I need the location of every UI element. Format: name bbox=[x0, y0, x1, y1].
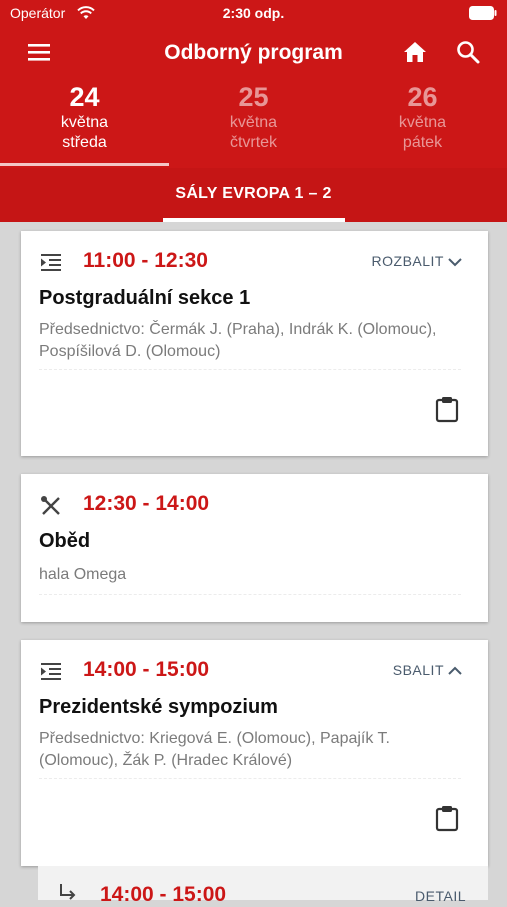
sub-item-arrow-icon bbox=[60, 884, 76, 900]
hall-tab-label: SÁLY EVROPA 1 – 2 bbox=[175, 185, 332, 202]
day-weekday: čtvrtek bbox=[229, 134, 278, 151]
day-weekday: středa bbox=[62, 134, 107, 151]
session-chairs: Předsednictvo: Kriegová E. (Olomouc), Pa… bbox=[39, 730, 390, 769]
chevron-up-icon bbox=[448, 666, 462, 676]
search-icon[interactable] bbox=[454, 38, 482, 66]
day-month: května bbox=[398, 114, 447, 131]
day-tab-24[interactable]: 24 května středa bbox=[0, 80, 169, 168]
clipboard-icon[interactable] bbox=[434, 395, 460, 423]
session-location: hala Omega bbox=[39, 566, 127, 583]
session-card[interactable]: 11:00 - 12:30 ROZBALIT Postgraduální sek… bbox=[21, 231, 488, 456]
day-weekday: pátek bbox=[402, 134, 443, 151]
active-day-indicator bbox=[0, 163, 169, 166]
collapse-label: SBALIT bbox=[392, 662, 444, 678]
session-title: Postgraduální sekce 1 bbox=[39, 287, 251, 309]
divider bbox=[39, 369, 461, 370]
day-month: května bbox=[60, 114, 109, 131]
home-icon[interactable] bbox=[401, 38, 429, 66]
session-time: 14:00 - 15:00 bbox=[83, 658, 210, 681]
sub-session-time: 14:00 - 15:00 bbox=[100, 883, 227, 906]
collapse-button[interactable]: SBALIT bbox=[393, 662, 462, 678]
day-month: května bbox=[229, 114, 278, 131]
expand-label: ROZBALIT bbox=[371, 253, 444, 269]
session-title: Oběd bbox=[39, 530, 91, 552]
session-time: 11:00 - 12:30 bbox=[83, 249, 208, 272]
session-card[interactable]: 14:00 - 15:00 SBALIT Prezidentské sympoz… bbox=[21, 640, 488, 866]
day-number: 24 bbox=[69, 82, 100, 112]
session-chairs: Předsednictvo: Čermák J. (Praha), Indrák… bbox=[39, 321, 437, 360]
cutlery-icon bbox=[41, 496, 60, 515]
session-card[interactable]: 12:30 - 14:00 Oběd hala Omega bbox=[21, 474, 488, 622]
sub-session-row[interactable]: 14:00 - 15:00 DETAIL bbox=[38, 866, 488, 906]
day-tab-26[interactable]: 26 května pátek bbox=[338, 80, 507, 168]
status-time: 2:30 odp. bbox=[222, 5, 285, 21]
detail-button[interactable]: DETAIL bbox=[415, 888, 466, 904]
status-bar: Operátor 2:30 odp. bbox=[0, 0, 507, 28]
session-time: 12:30 - 14:00 bbox=[83, 492, 210, 515]
divider bbox=[39, 594, 461, 595]
session-title: Prezidentské sympozium bbox=[39, 696, 278, 718]
day-number: 25 bbox=[238, 82, 269, 112]
hall-tab[interactable]: SÁLY EVROPA 1 – 2 bbox=[0, 168, 507, 222]
session-list-icon bbox=[41, 254, 61, 271]
battery-icon bbox=[469, 6, 497, 20]
active-hall-indicator bbox=[163, 218, 345, 222]
top-bar: Operátor 2:30 odp. Odborný program 24 kv… bbox=[0, 0, 507, 222]
day-tab-25[interactable]: 25 května čtvrtek bbox=[169, 80, 338, 168]
clipboard-icon[interactable] bbox=[434, 804, 460, 832]
chevron-down-icon bbox=[448, 258, 462, 267]
day-number: 26 bbox=[407, 82, 438, 112]
app-bar: Odborný program bbox=[0, 30, 507, 76]
session-list-icon bbox=[41, 663, 61, 680]
divider bbox=[39, 778, 461, 779]
expand-button[interactable]: ROZBALIT bbox=[372, 253, 462, 269]
day-tabs: 24 května středa 25 května čtvrtek 26 kv… bbox=[0, 80, 507, 168]
page-title: Odborný program bbox=[164, 41, 343, 64]
